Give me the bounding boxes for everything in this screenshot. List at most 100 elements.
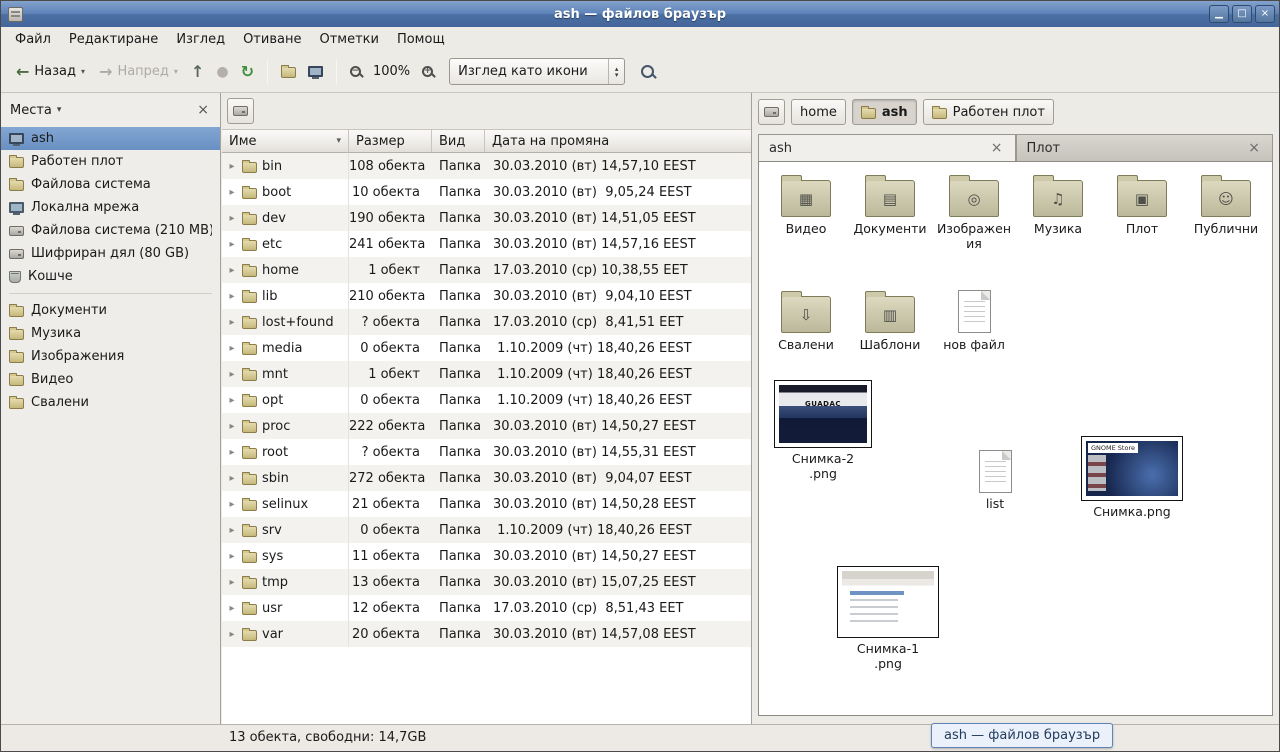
- up-button[interactable]: ↑: [185, 57, 210, 86]
- root-path-button[interactable]: [758, 99, 785, 125]
- expander-icon[interactable]: ▸: [227, 525, 237, 536]
- expander-icon[interactable]: ▸: [227, 213, 237, 224]
- tab-plot[interactable]: Плот ×: [1016, 134, 1274, 161]
- menu-item[interactable]: Изглед: [167, 29, 234, 50]
- places-title[interactable]: Места: [10, 103, 52, 118]
- computer-button[interactable]: [302, 61, 329, 82]
- icon-grid-item[interactable]: ◎ Изображения: [933, 170, 1015, 252]
- expander-icon[interactable]: ▸: [227, 395, 237, 406]
- close-button[interactable]: ×: [1255, 5, 1275, 23]
- tab-close-button[interactable]: ×: [989, 140, 1005, 156]
- expander-icon[interactable]: ▸: [227, 421, 237, 432]
- zoom-in-button[interactable]: +: [416, 61, 439, 82]
- sidebar-item[interactable]: ash: [1, 127, 220, 150]
- file-thumbnail-snimka1[interactable]: Снимка-1.png: [833, 566, 943, 672]
- column-header-type[interactable]: Вид: [432, 129, 485, 153]
- expander-icon[interactable]: ▸: [227, 369, 237, 380]
- expander-icon[interactable]: ▸: [227, 447, 237, 458]
- forward-button[interactable]: → Напред ▾: [92, 59, 185, 85]
- icon-grid-item[interactable]: ▦ Видео: [765, 170, 847, 252]
- icon-grid-item[interactable]: ▥ Шаблони: [849, 286, 931, 353]
- table-row[interactable]: ▸ selinux 21 обекта Папка 30.03.2010 (вт…: [222, 491, 751, 517]
- tab-close-button[interactable]: ×: [1246, 140, 1262, 156]
- table-row[interactable]: ▸ sys 11 обекта Папка 30.03.2010 (вт) 14…: [222, 543, 751, 569]
- table-row[interactable]: ▸ dev 190 обекта Папка 30.03.2010 (вт) 1…: [222, 205, 751, 231]
- expander-icon[interactable]: ▸: [227, 629, 237, 640]
- table-row[interactable]: ▸ usr 12 обекта Папка 17.03.2010 (ср) 8,…: [222, 595, 751, 621]
- sidebar-item[interactable]: Работен плот: [1, 150, 220, 173]
- file-thumbnail-list[interactable]: list: [963, 450, 1027, 512]
- sidebar-item[interactable]: Музика: [1, 322, 220, 345]
- table-row[interactable]: ▸ bin 108 обекта Папка 30.03.2010 (вт) 1…: [222, 153, 751, 179]
- table-row[interactable]: ▸ boot 10 обекта Папка 30.03.2010 (вт) 9…: [222, 179, 751, 205]
- table-row[interactable]: ▸ sbin 272 обекта Папка 30.03.2010 (вт) …: [222, 465, 751, 491]
- expander-icon[interactable]: ▸: [227, 187, 237, 198]
- window-titlebar[interactable]: ash — файлов браузър ▁ □ ×: [1, 1, 1279, 27]
- stop-button[interactable]: ●: [210, 59, 234, 85]
- root-path-button[interactable]: [227, 98, 254, 124]
- maximize-button[interactable]: □: [1232, 5, 1252, 23]
- menu-item[interactable]: Редактиране: [60, 29, 167, 50]
- icon-grid-item[interactable]: ▣ Плот: [1101, 170, 1183, 252]
- table-row[interactable]: ▸ srv 0 обекта Папка 1.10.2009 (чт) 18,4…: [222, 517, 751, 543]
- expander-icon[interactable]: ▸: [227, 291, 237, 302]
- menu-item[interactable]: Отметки: [310, 29, 387, 50]
- sidebar-item[interactable]: Видео: [1, 368, 220, 391]
- icon-grid-item[interactable]: ♫ Музика: [1017, 170, 1099, 252]
- search-button[interactable]: [635, 60, 660, 83]
- sidebar-item[interactable]: Документи: [1, 299, 220, 322]
- table-row[interactable]: ▸ proc 222 обекта Папка 30.03.2010 (вт) …: [222, 413, 751, 439]
- back-button[interactable]: ← Назад ▾: [9, 59, 92, 85]
- path-button-home[interactable]: home: [791, 99, 846, 125]
- expander-icon[interactable]: ▸: [227, 161, 237, 172]
- expander-icon[interactable]: ▸: [227, 265, 237, 276]
- sidebar-item[interactable]: Шифриран дял (80 GB): [1, 242, 220, 265]
- taskbar-window-button[interactable]: ash — файлов браузър: [931, 723, 1113, 748]
- menu-item[interactable]: Помощ: [388, 29, 454, 50]
- expander-icon[interactable]: ▸: [227, 239, 237, 250]
- table-row[interactable]: ▸ mnt 1 обект Папка 1.10.2009 (чт) 18,40…: [222, 361, 751, 387]
- menu-item[interactable]: Файл: [6, 29, 60, 50]
- table-row[interactable]: ▸ tmp 13 обекта Папка 30.03.2010 (вт) 15…: [222, 569, 751, 595]
- tab-ash[interactable]: ash ×: [758, 134, 1016, 161]
- file-thumbnail-snimka2[interactable]: GUADAC Снимка-2.png: [767, 380, 879, 482]
- column-header-name[interactable]: Име ▾: [222, 129, 349, 153]
- sidebar-item[interactable]: Локална мрежа: [1, 196, 220, 219]
- sidebar-item[interactable]: Изображения: [1, 345, 220, 368]
- view-mode-select[interactable]: Изглед като икони ▴ ▾: [449, 58, 625, 85]
- path-button-ash[interactable]: ash: [852, 99, 917, 125]
- expander-icon[interactable]: ▸: [227, 499, 237, 510]
- icon-grid-item[interactable]: ⇩ Свалени: [765, 286, 847, 353]
- expander-icon[interactable]: ▸: [227, 551, 237, 562]
- sidebar-item[interactable]: Файлова система: [1, 173, 220, 196]
- column-header-size[interactable]: Размер: [349, 129, 432, 153]
- menu-item[interactable]: Отиване: [234, 29, 310, 50]
- table-row[interactable]: ▸ home 1 обект Папка 17.03.2010 (ср) 10,…: [222, 257, 751, 283]
- expander-icon[interactable]: ▸: [227, 473, 237, 484]
- file-thumbnail-snimka[interactable]: GNOME Store Снимка.png: [1077, 436, 1187, 520]
- table-row[interactable]: ▸ lost+found ? обекта Папка 17.03.2010 (…: [222, 309, 751, 335]
- table-row[interactable]: ▸ lib 210 обекта Папка 30.03.2010 (вт) 9…: [222, 283, 751, 309]
- table-row[interactable]: ▸ opt 0 обекта Папка 1.10.2009 (чт) 18,4…: [222, 387, 751, 413]
- sidebar-item[interactable]: Свалени: [1, 391, 220, 414]
- sidebar-item[interactable]: Кошче: [1, 265, 220, 288]
- table-row[interactable]: ▸ root ? обекта Папка 30.03.2010 (вт) 14…: [222, 439, 751, 465]
- expander-icon[interactable]: ▸: [227, 317, 237, 328]
- reload-button[interactable]: ↻: [235, 57, 260, 86]
- icon-grid-item[interactable]: нов файл: [933, 286, 1015, 353]
- sidebar-item[interactable]: Файлова система (210 MB): [1, 219, 220, 242]
- icon-grid-item[interactable]: ☺ Публични: [1185, 170, 1267, 252]
- table-row[interactable]: ▸ media 0 обекта Папка 1.10.2009 (чт) 18…: [222, 335, 751, 361]
- table-row[interactable]: ▸ etc 241 обекта Папка 30.03.2010 (вт) 1…: [222, 231, 751, 257]
- column-header-date[interactable]: Дата на промяна: [485, 129, 751, 153]
- expander-icon[interactable]: ▸: [227, 343, 237, 354]
- home-button[interactable]: [275, 60, 302, 83]
- expander-icon[interactable]: ▸: [227, 603, 237, 614]
- path-button-desktop[interactable]: Работен плот: [923, 99, 1054, 125]
- zoom-out-button[interactable]: −: [344, 61, 367, 82]
- icon-grid-item[interactable]: ▤ Документи: [849, 170, 931, 252]
- expander-icon[interactable]: ▸: [227, 577, 237, 588]
- table-row[interactable]: ▸ var 20 обекта Папка 30.03.2010 (вт) 14…: [222, 621, 751, 647]
- sidebar-close-button[interactable]: ×: [195, 103, 211, 117]
- minimize-button[interactable]: ▁: [1209, 5, 1229, 23]
